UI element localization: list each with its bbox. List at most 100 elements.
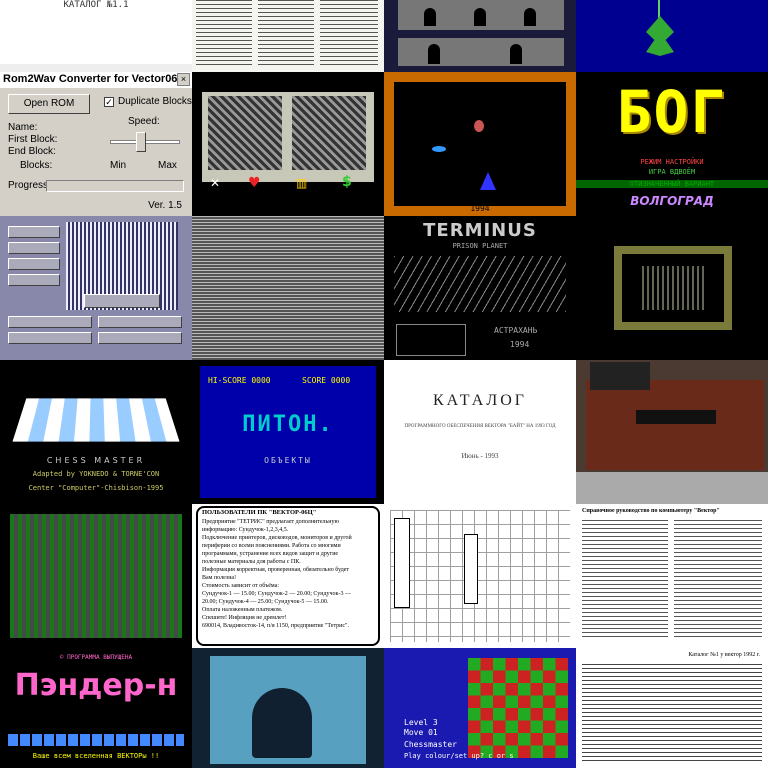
- tool-button-2[interactable]: [8, 242, 60, 254]
- action-button-1[interactable]: [8, 316, 92, 328]
- tile-pattern-screen: [0, 504, 192, 648]
- ad-line-6: полезные материалы для работы с ПК.: [202, 559, 301, 565]
- progress-label: Progress:: [8, 180, 51, 191]
- tool-button-3[interactable]: [8, 258, 60, 270]
- manual-title: Справочное руководство по компьютеру "Ве…: [582, 508, 720, 514]
- schematic-lines: [390, 510, 570, 642]
- hiscore-label: HI-SCORE 0000: [208, 376, 271, 385]
- action-button-3[interactable]: [8, 332, 92, 344]
- tool-button-1[interactable]: [8, 226, 60, 238]
- bog-line-2: ИГРА ВДВОЁМ: [648, 168, 696, 176]
- ad-line-10: Сундучок-1 — 15.00; Сундучок-2 — 20.00; …: [202, 591, 351, 597]
- chip: [636, 410, 716, 424]
- tile-bog-title: БОГ РЕЖИМ НАСТРОЙКИ ИГРА ВДВОЁМ ОТИЗНАЧЕ…: [576, 72, 768, 216]
- ad-line-2: информацию: Сундучок-1,2,3,4,5.: [202, 527, 289, 533]
- ufo-icon: [432, 146, 446, 152]
- tile-terminus: TERMINUS PRISON PLANET АСТРАХАНЬ 1994: [384, 216, 576, 360]
- first-block-label: First Block:: [8, 134, 58, 145]
- grid-landscape: [394, 256, 566, 312]
- tile-katalog-cover: КАТАЛОГ ПРОГРАММНОГО ОБЕСПЕЧЕНИЯ ВЕКТОРА…: [384, 360, 576, 504]
- pender-title: Пэндер-н: [14, 668, 178, 703]
- tile-python-game: HI-SCORE 0000 SCORE 0000 ПИТОН. ОБЪЕКТЫ: [192, 360, 384, 504]
- terminus-city: АСТРАХАНЬ: [494, 326, 538, 335]
- ad-line-13: Спешите! Инфляция не дремлет!: [202, 615, 287, 621]
- board[interactable]: [468, 658, 568, 758]
- min-label: Min: [110, 160, 127, 171]
- tile-magazine-page: [192, 0, 384, 72]
- prompt-label: Play colour/set up? c or s: [404, 752, 514, 760]
- screenshot-collage: КАТАЛОГ №1.1 Rom2Wav Converter for Vecto…: [0, 0, 768, 768]
- tile-tetris-ad: ПОЛЬЗОВАТЕЛИ ПК "ВЕКТОР-06Ц" Предприятие…: [192, 504, 384, 648]
- dollar-icon: $: [342, 174, 352, 190]
- ad-heading: ПОЛЬЗОВАТЕЛИ ПК "ВЕКТОР-06Ц": [202, 509, 317, 516]
- ad-line-11: 20.00; Сундучок-4 — 25.00; Сундучок-5 — …: [202, 599, 329, 605]
- python-title: ПИТОН.: [242, 412, 334, 437]
- catalog-title: КАТАЛОГ №1.1: [63, 0, 129, 10]
- action-button-2[interactable]: [98, 316, 182, 328]
- duplicate-checkbox[interactable]: ✓: [104, 97, 114, 107]
- ad-line-4: периферии со всеми пояснениями. Работа с…: [202, 543, 341, 549]
- tile-circuit-board-photo: [576, 360, 768, 504]
- end-block-label: End Block:: [8, 146, 56, 157]
- year-label: 1994: [470, 204, 490, 213]
- bog-city: ВОЛГОГРАД: [630, 194, 714, 208]
- tile-catalog-text: Каталог №1 у вектор 1992 г.: [576, 648, 768, 768]
- katalog-subtitle: ПРОГРАММНОГО ОБЕСПЕЧЕНИЯ ВЕКТОРА "БАЙТ" …: [404, 424, 556, 429]
- pcb-board: [586, 380, 764, 470]
- rom2wav-window: Rom2Wav Converter for Vector06c × Open R…: [0, 72, 192, 216]
- katalog-date: Июнь - 1993: [461, 452, 499, 460]
- tile-catalog-page: КАТАЛОГ №1.1: [0, 0, 192, 72]
- ad-line-5: программами, устранение всех видов защит…: [202, 551, 339, 557]
- tile-chess-master: CHESS MASTER Adapted by YOKNEDO & TORNE'…: [0, 360, 192, 504]
- level-label: Level 3: [404, 718, 438, 727]
- terminus-logo: TERMINUS: [423, 220, 537, 241]
- ad-line-8: Вам полезна!: [202, 575, 237, 581]
- portrait-right: [292, 96, 366, 170]
- ad-line-9: Стоимость зависит от объёма:: [202, 583, 280, 589]
- tool-button-4[interactable]: [8, 274, 60, 286]
- ic-chip: [394, 518, 410, 608]
- bog-line-3: ОТИЗНАЧЕННЫЙ ВАРИАНТ: [576, 180, 768, 188]
- ok-button[interactable]: [84, 294, 160, 308]
- plant-icon: [646, 16, 674, 56]
- python-footer: ОБЪЕКТЫ: [264, 456, 312, 465]
- tile-portrait-game: ✕ ♥ ▥ $: [192, 72, 384, 216]
- progress-bar: [46, 180, 184, 192]
- figure-silhouette: [252, 688, 312, 758]
- open-rom-button[interactable]: Open ROM: [8, 94, 90, 114]
- box-icon: ▥: [296, 176, 308, 190]
- chessboard: [12, 398, 180, 442]
- terminus-year: 1994: [510, 340, 530, 349]
- bog-line-1: РЕЖИМ НАСТРОЙКИ: [640, 158, 704, 166]
- ad-line-14: 690014, Владивосток-14, п/я 1150, предпр…: [202, 623, 349, 629]
- tile-castle-game: [384, 0, 576, 72]
- chess-credit-2: Center "Computer"-Chisbison-1995: [28, 484, 164, 492]
- score-label: SCORE 0000: [302, 376, 351, 385]
- ic-chip: [464, 534, 478, 604]
- close-button[interactable]: ×: [177, 73, 190, 86]
- version-label: Ver. 1.5: [148, 200, 182, 211]
- duplicate-label: Duplicate Blocks: [118, 96, 192, 107]
- move-label: Move 01: [404, 728, 438, 737]
- catalog-header: Каталог №1 у вектор 1992 г.: [688, 652, 760, 658]
- tile-space-game: 1994: [384, 72, 576, 216]
- tile-paint-editor: [0, 216, 192, 360]
- tile-striped-screen: [192, 216, 384, 360]
- menu-panel: [396, 324, 466, 356]
- ad-line-12: Оплата наложенным платежом.: [202, 607, 283, 613]
- ad-line-3: Подключение принтеров, дисководов, монит…: [202, 535, 352, 541]
- blocks-label: Blocks:: [20, 160, 53, 171]
- tile-pender: © ПРОГРАММА ВЫПУЩЕНА Пэндер-н Ваше всем …: [0, 648, 192, 768]
- heart-icon: ♥: [248, 175, 261, 191]
- table-edge: [576, 472, 768, 504]
- tile-manual-page: Справочное руководство по компьютеру "Ве…: [576, 504, 768, 648]
- bog-logo: БОГ: [616, 78, 728, 146]
- tile-schematic: [384, 504, 576, 648]
- speed-label: Speed:: [128, 116, 160, 127]
- action-button-4[interactable]: [98, 332, 182, 344]
- ad-line-7: Информация корректная, проверенная, обяз…: [202, 567, 350, 573]
- enemy-icon: [474, 120, 484, 132]
- tile-chess-board-game: Level 3 Move 01 Chessmaster Play colour/…: [384, 648, 576, 768]
- speed-slider-thumb[interactable]: [136, 132, 146, 152]
- tile-maze-game: [576, 216, 768, 360]
